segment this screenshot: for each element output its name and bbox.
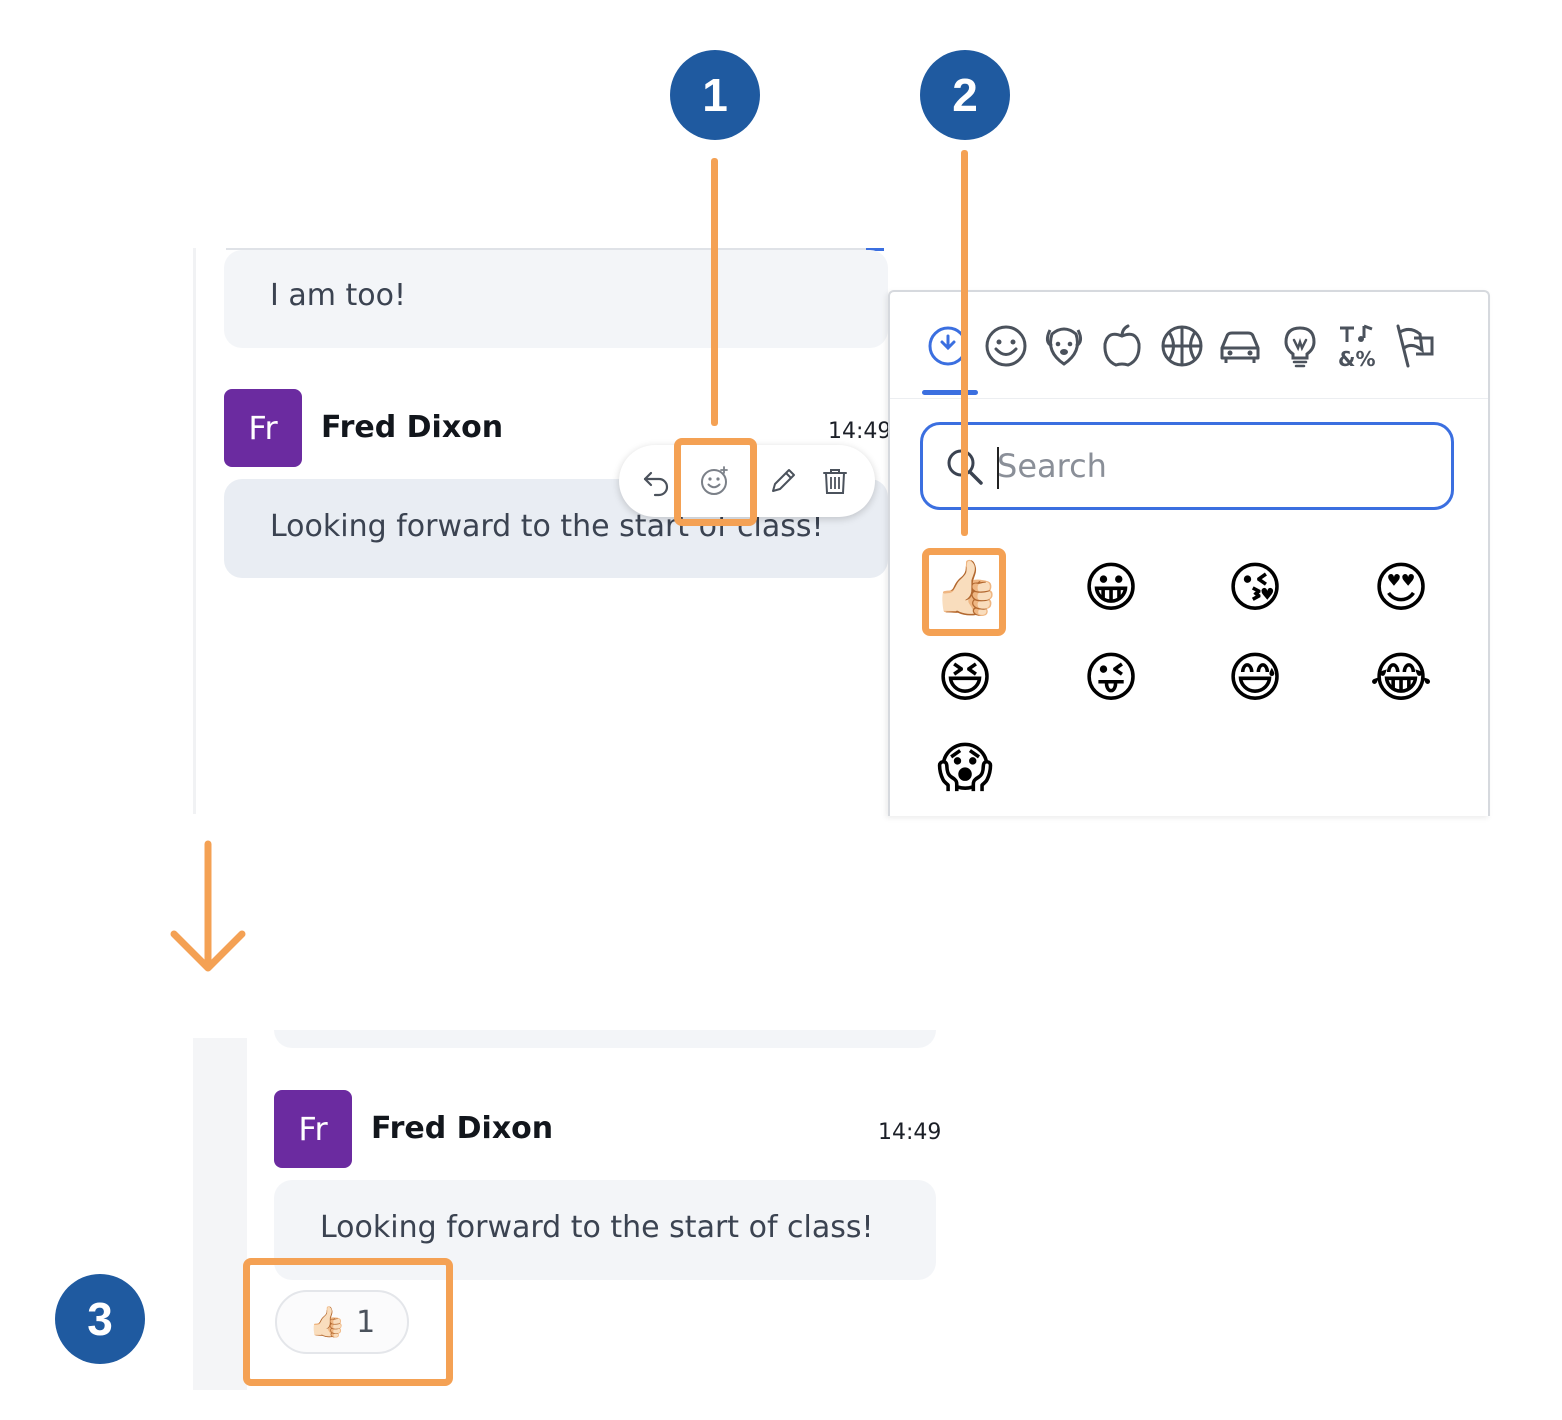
avatar[interactable]: Fr <box>224 389 302 467</box>
flags-icon[interactable] <box>1392 322 1440 370</box>
message-text: Looking forward to the start of class! <box>320 1210 874 1245</box>
smiley-icon[interactable] <box>982 322 1030 370</box>
symbols-icon[interactable]: &% <box>1334 322 1382 370</box>
user-name: Fred Dixon <box>321 410 504 445</box>
message-text: I am too! <box>270 278 407 313</box>
emoji-wink-tongue[interactable]: 😜 <box>1079 646 1143 710</box>
avatar[interactable]: Fr <box>274 1090 352 1168</box>
trash-icon[interactable] <box>819 465 851 497</box>
message-bubble-prev <box>274 1030 936 1048</box>
reply-icon[interactable] <box>641 465 673 497</box>
emoji-search-box[interactable] <box>920 422 1454 510</box>
highlight-thumbs-up <box>922 548 1006 636</box>
dog-icon[interactable] <box>1040 322 1088 370</box>
emoji-sweat-smile[interactable]: 😅 <box>1223 646 1287 710</box>
apple-icon[interactable] <box>1098 322 1146 370</box>
annotation-line-1 <box>711 158 718 426</box>
step-badge-2: 2 <box>920 50 1010 140</box>
message-time: 14:49 <box>828 419 892 444</box>
text-caret <box>997 447 999 489</box>
highlight-react-button <box>674 438 757 526</box>
annotation-line-2 <box>961 150 968 536</box>
emoji-grinning[interactable]: 😀 <box>1079 556 1143 620</box>
basketball-icon[interactable] <box>1158 322 1206 370</box>
emoji-heart-eyes[interactable]: 😍 <box>1369 556 1433 620</box>
emoji-search-input[interactable] <box>997 439 1427 493</box>
step-badge-3: 3 <box>55 1274 145 1364</box>
emoji-joy[interactable]: 😂 <box>1369 646 1433 710</box>
pencil-icon[interactable] <box>767 465 799 497</box>
arrow-down-icon <box>170 840 246 972</box>
sidebar-strip <box>193 1038 247 1390</box>
user-name: Fred Dixon <box>371 1111 554 1146</box>
step-badge-1: 1 <box>670 50 760 140</box>
highlight-reaction <box>243 1258 453 1386</box>
emoji-kiss[interactable]: 😘 <box>1223 556 1287 620</box>
divider <box>890 398 1488 399</box>
emoji-laughing[interactable]: 😆 <box>933 646 997 710</box>
message-bubble-prev: I am too! <box>224 250 888 348</box>
emoji-scream[interactable]: 😱 <box>933 736 997 800</box>
active-category-indicator <box>922 390 978 395</box>
lightbulb-icon[interactable] <box>1276 322 1324 370</box>
message-time: 14:49 <box>878 1120 942 1145</box>
svg-text:&%: &% <box>1338 347 1375 370</box>
car-icon[interactable] <box>1216 322 1264 370</box>
